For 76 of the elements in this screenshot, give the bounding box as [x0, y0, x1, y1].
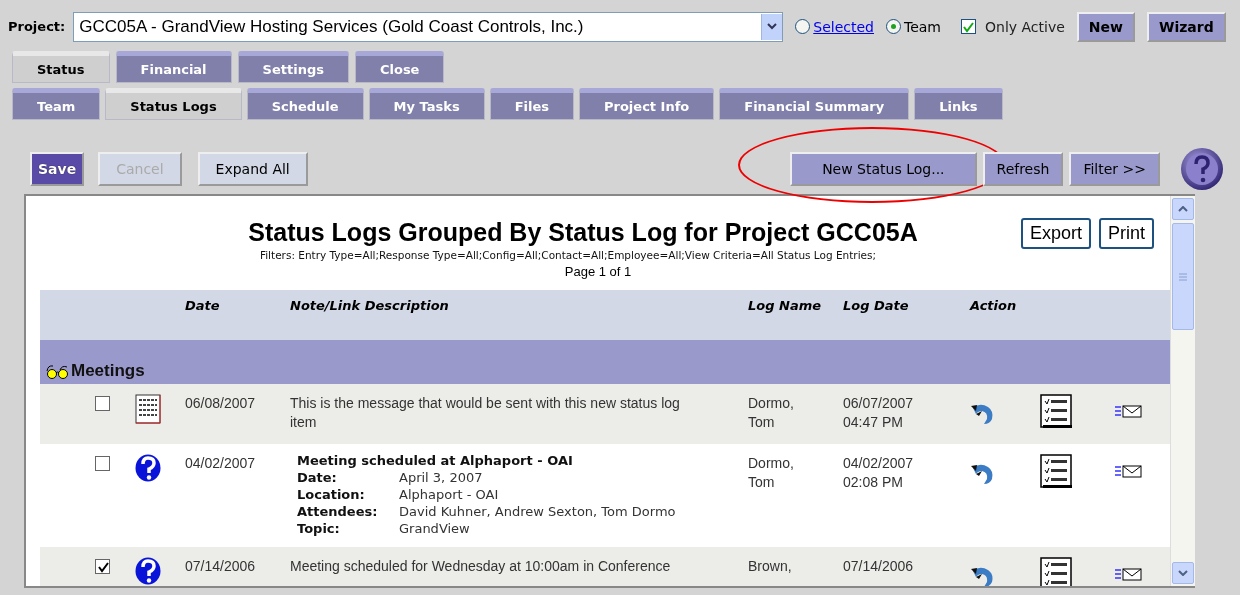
log-name-cell-text: Dormo, Tom	[748, 454, 795, 492]
toolbar-button[interactable]: Filter >>	[1069, 152, 1160, 186]
email-icon[interactable]	[1115, 404, 1142, 419]
radio-button[interactable]	[795, 19, 811, 34]
group-heading: Meetings	[71, 361, 145, 380]
log-name-cell-text: Dormo, Tom	[748, 394, 795, 432]
report-button[interactable]: Export	[1020, 218, 1091, 249]
meeting-detail: Date: April 3, 2007	[297, 469, 484, 486]
column-header: Log Name	[748, 298, 822, 313]
column-header: Note/Link Description	[290, 298, 449, 313]
question-icon	[135, 557, 161, 585]
description-cell-text: Meeting scheduled for Wednesday at 10:00am in Conference	[290, 557, 672, 576]
meeting-title: Meeting scheduled at Alphaport - OAI	[297, 452, 574, 469]
check-icon	[96, 560, 109, 573]
tab[interactable]: My Tasks	[368, 88, 485, 120]
column-header: Action	[970, 298, 1017, 313]
check-icon	[962, 20, 975, 33]
column-header: Date	[185, 298, 220, 313]
scroll-down-button[interactable]	[1172, 562, 1194, 584]
email-icon[interactable]	[1115, 464, 1142, 479]
tab[interactable]: Team	[12, 88, 101, 120]
log-date-cell-text: 06/07/2007 04:47 PM	[843, 394, 915, 432]
filter-summary: Filters: Entry Type=All;Response Type=All;Config=All;Contact=All;Employee=All;View Criteria=All Status Log Entries;	[259, 249, 877, 261]
meeting-detail: Location: Alphaport - OAI	[297, 486, 500, 503]
chevron-up-icon	[1178, 206, 1188, 212]
row-checkbox[interactable]	[95, 456, 110, 471]
row-checkbox[interactable]	[95, 559, 110, 574]
date-cell: 06/08/2007	[185, 395, 256, 411]
project-dropdown[interactable]: GCC05A - GrandView Hosting Services (Gold Coast Controls, Inc.)	[73, 11, 784, 42]
tab[interactable]: Files	[489, 88, 574, 120]
checklist-icon[interactable]	[1040, 454, 1073, 489]
glasses-icon	[46, 364, 70, 380]
column-header: Log Date	[843, 298, 909, 313]
checkbox-label: Only Active	[985, 18, 1065, 35]
radio-label: Team	[903, 18, 941, 35]
tab[interactable]: Close	[354, 51, 445, 83]
scope-link[interactable]: Selected	[813, 18, 874, 35]
page-indicator: Page 1 of 1	[564, 264, 632, 279]
top-button[interactable]: New	[1076, 11, 1135, 42]
toolbar-button[interactable]: Expand All	[197, 152, 308, 186]
date-cell: 07/14/2006	[185, 558, 256, 574]
log-name-cell-text: Brown,	[748, 557, 793, 576]
project-label: Project:	[8, 19, 66, 34]
report-button[interactable]: Print	[1099, 218, 1154, 249]
grip-icon	[1179, 272, 1187, 281]
document-icon	[135, 394, 161, 424]
date-cell: 04/02/2007	[185, 455, 256, 471]
help-icon[interactable]	[1180, 147, 1224, 191]
toolbar-button[interactable]: Refresh	[982, 152, 1064, 186]
top-button[interactable]: Wizard	[1146, 11, 1226, 42]
tab[interactable]: Financial Summary	[719, 88, 910, 120]
save-button[interactable]: Save	[30, 152, 85, 186]
row-checkbox[interactable]	[95, 396, 110, 411]
tab[interactable]: Schedule	[246, 88, 364, 120]
toolbar-button[interactable]: New Status Log...	[790, 152, 977, 186]
email-icon[interactable]	[1115, 567, 1142, 582]
radio-button[interactable]	[885, 19, 901, 34]
tab[interactable]: Status	[12, 51, 110, 83]
tab[interactable]: Financial	[115, 51, 232, 83]
scrollbar-thumb[interactable]	[1172, 223, 1194, 330]
tab[interactable]: Project Info	[579, 88, 715, 120]
tab[interactable]: Settings	[237, 51, 349, 83]
checklist-icon[interactable]	[1040, 394, 1073, 429]
log-date-cell-text: 04/02/2007 02:08 PM	[843, 454, 915, 492]
meeting-detail: Attendees: David Kuhner, Andrew Sexton, Tom Dormo	[297, 503, 677, 520]
tab[interactable]: Links	[914, 88, 1003, 120]
question-icon	[135, 454, 161, 482]
description-cell-text: This is the message that would be sent with this new status log item	[290, 394, 681, 432]
report-title: Status Logs Grouped By Status Log for Project GCC05A	[248, 218, 918, 247]
chevron-down-icon	[1178, 570, 1188, 576]
meeting-detail: Topic: GrandView	[297, 520, 471, 537]
tab[interactable]: Status Logs	[105, 88, 242, 120]
checkbox[interactable]	[961, 19, 976, 34]
scroll-up-button[interactable]	[1172, 198, 1194, 220]
log-date-cell-text: 07/14/2006	[843, 557, 915, 576]
checklist-icon[interactable]	[1040, 557, 1073, 586]
